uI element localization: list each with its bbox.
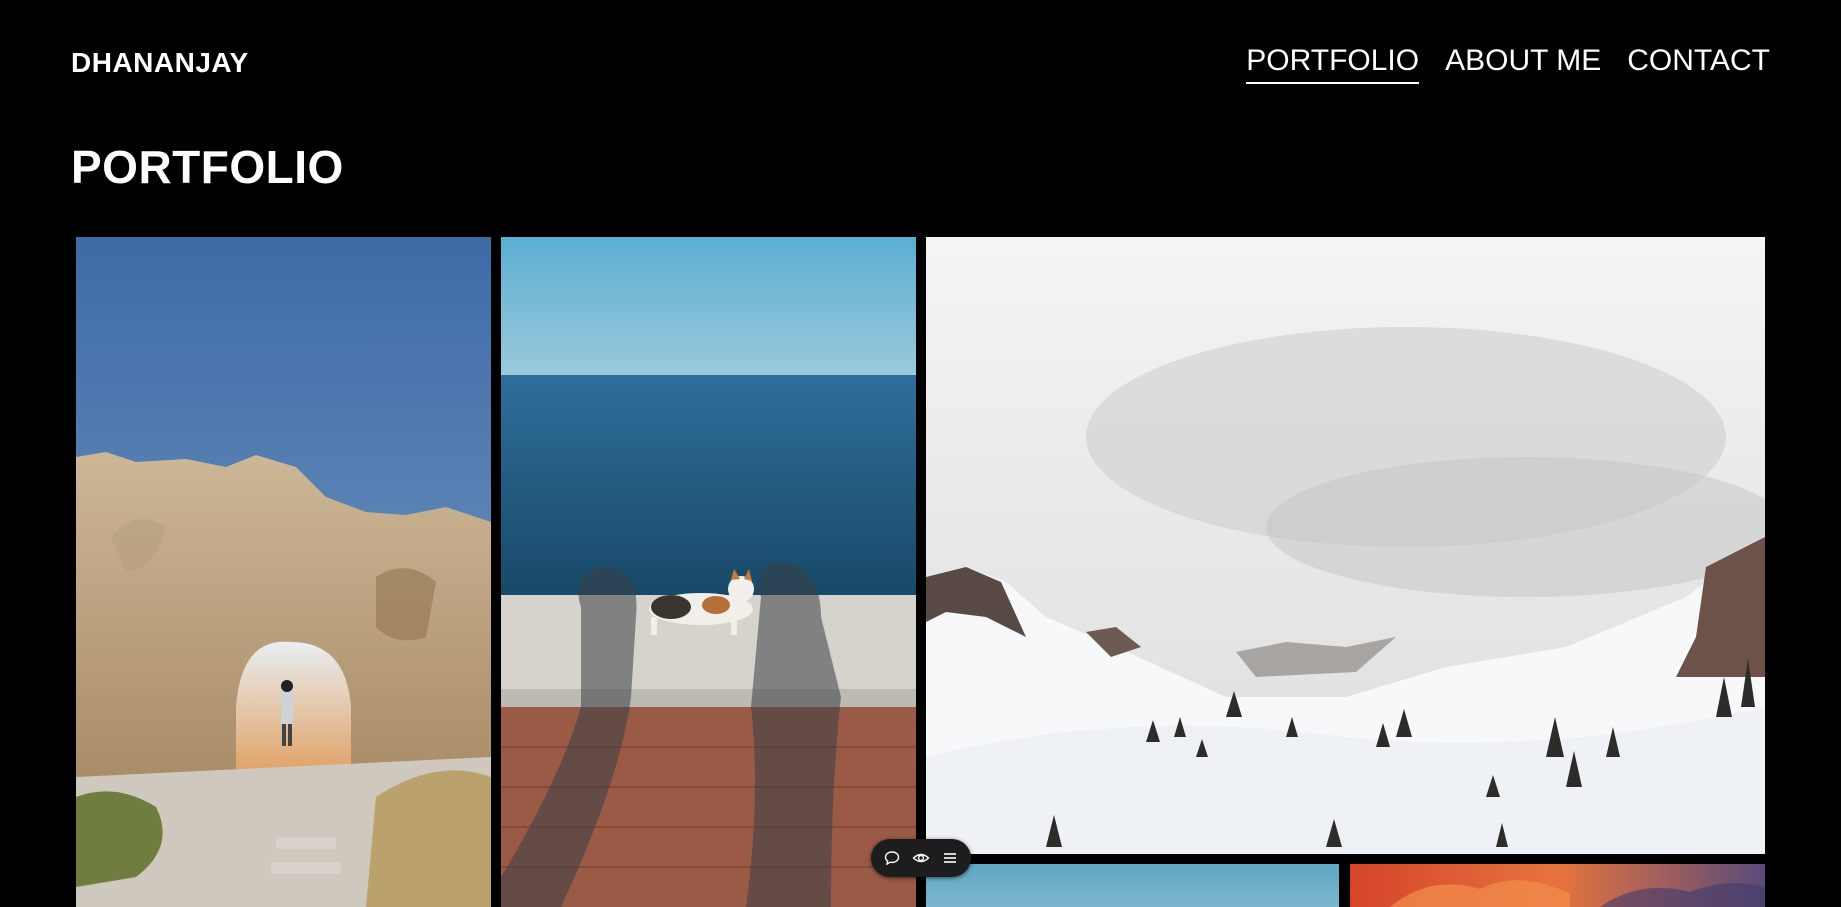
floating-toolbar bbox=[871, 839, 971, 877]
cat-seawall-image bbox=[501, 237, 916, 907]
page-title: PORTFOLIO bbox=[71, 141, 344, 193]
nav-contact-link[interactable]: CONTACT bbox=[1627, 44, 1770, 84]
gallery-photo-desert-arch[interactable] bbox=[76, 237, 491, 907]
nav-about-link[interactable]: ABOUT ME bbox=[1445, 44, 1601, 84]
site-logo[interactable]: DHANANJAY bbox=[71, 47, 249, 79]
blue-sky-image bbox=[926, 864, 1339, 907]
gallery-photo-sunset[interactable] bbox=[1350, 864, 1765, 907]
sunset-image bbox=[1350, 864, 1765, 907]
site-header: DHANANJAY PORTFOLIO ABOUT ME CONTACT bbox=[0, 0, 1841, 130]
comment-icon[interactable] bbox=[880, 846, 904, 870]
gallery-photo-cat-seawall[interactable] bbox=[501, 237, 916, 907]
menu-icon[interactable] bbox=[938, 846, 962, 870]
eye-icon[interactable] bbox=[909, 846, 933, 870]
gallery-photo-blue-sky[interactable] bbox=[926, 864, 1339, 907]
main-nav: PORTFOLIO ABOUT ME CONTACT bbox=[1246, 44, 1770, 84]
desert-arch-image bbox=[76, 237, 491, 907]
nav-portfolio-link[interactable]: PORTFOLIO bbox=[1246, 44, 1420, 84]
snowy-mountain-image bbox=[926, 237, 1765, 854]
gallery-photo-snowy-mountain[interactable] bbox=[926, 237, 1765, 854]
